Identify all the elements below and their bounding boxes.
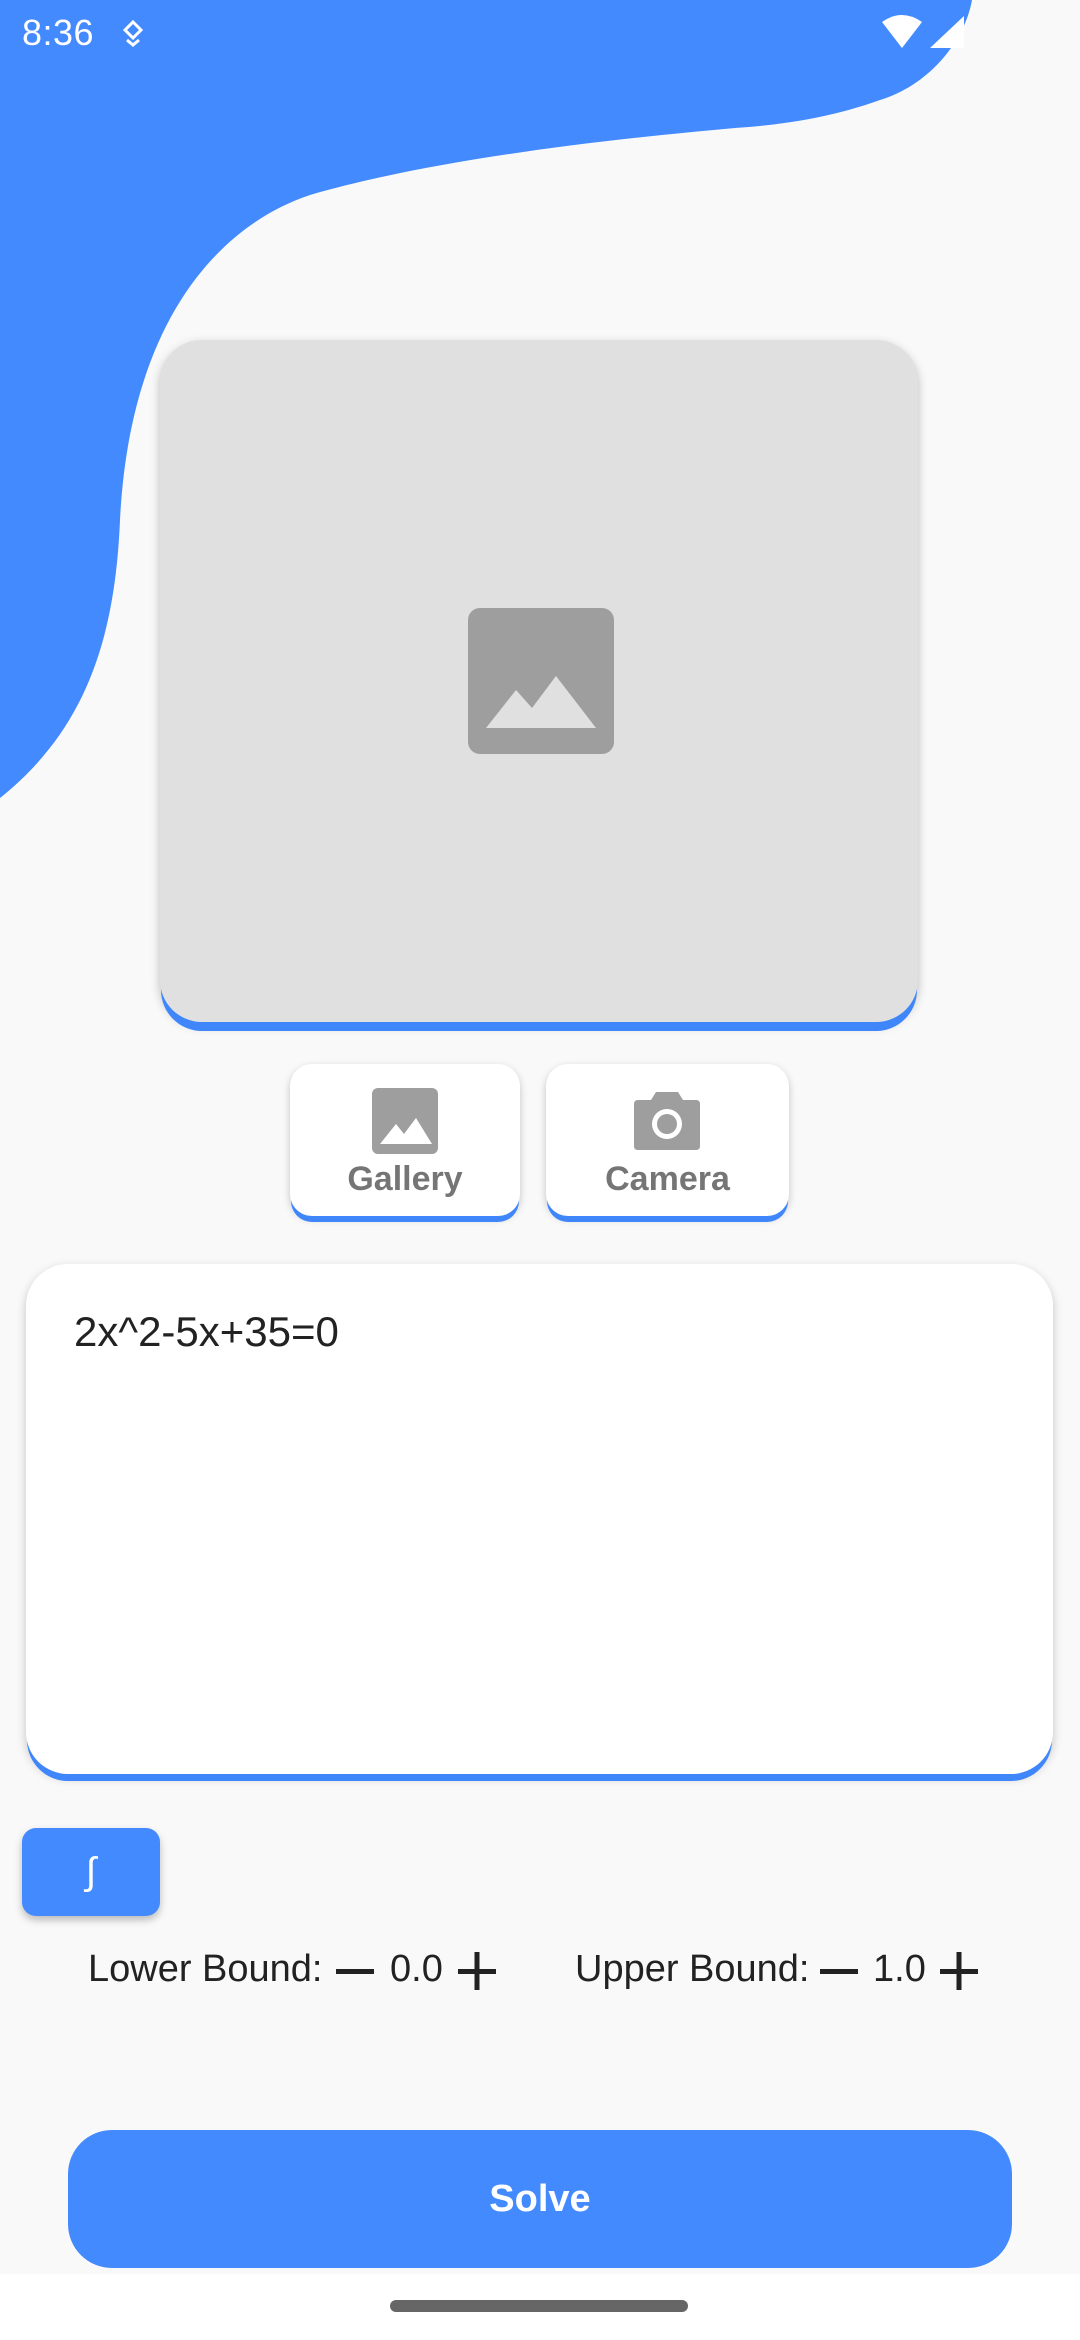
image-placeholder-icon [468,608,614,754]
plus-icon [940,1952,978,1990]
equation-card [26,1264,1053,1774]
camera-label: Camera [605,1160,730,1198]
lower-bound-label: Lower Bound: [88,1948,323,1990]
lower-bound-value: 0.0 [390,1948,443,1990]
status-time: 8:36 [22,12,95,53]
solve-button[interactable]: Solve [68,2130,1012,2268]
location-icon [122,19,144,47]
gallery-label: Gallery [347,1160,463,1198]
upper-bound-increment-button[interactable] [938,1946,982,1996]
wifi-icon [882,15,922,48]
lower-bound-increment-button[interactable] [456,1946,500,1996]
status-bar: 8:36 [0,0,1080,66]
minus-icon [336,1969,374,1974]
camera-icon [634,1092,700,1150]
lower-bound-decrement-button[interactable] [334,1946,378,1996]
image-icon [372,1088,438,1154]
home-indicator[interactable] [390,2300,688,2312]
upper-bound-decrement-button[interactable] [818,1946,862,1996]
equation-input[interactable] [74,1304,1004,1724]
signal-icon [930,16,964,48]
integral-button[interactable]: ∫ [22,1828,160,1916]
upper-bound-value: 1.0 [873,1948,926,1990]
upper-bound-label: Upper Bound: [575,1948,810,1990]
camera-button[interactable]: Camera [546,1064,789,1216]
minus-icon [820,1969,858,1974]
image-preview [160,340,918,1022]
plus-icon [458,1952,496,1990]
gallery-button[interactable]: Gallery [290,1064,520,1216]
